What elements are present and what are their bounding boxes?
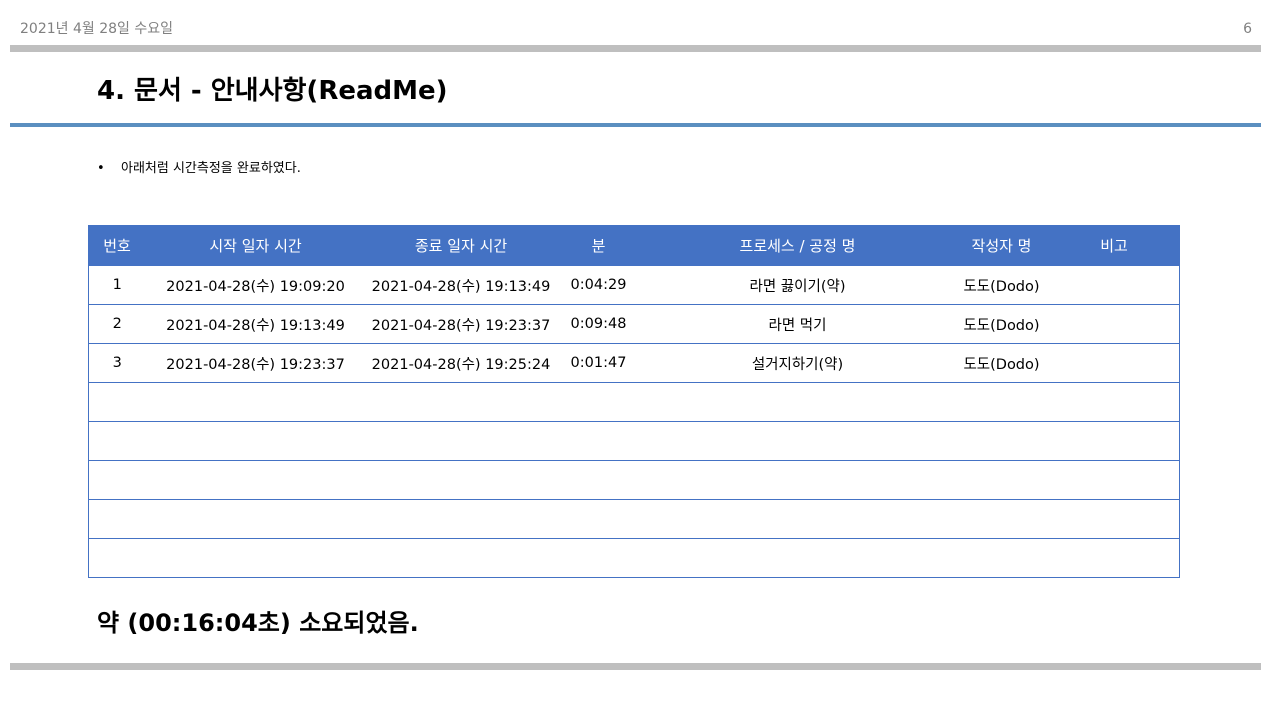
title-underline [10,123,1261,127]
header-cell: 번호 [88,225,146,266]
table-cell: 2021-04-28(수) 19:23:37 [365,304,557,344]
time-log-table: 번호 시작 일자 시간 종료 일자 시간 분 프로세스 / 공정 명 작성자 명… [88,225,1180,578]
table-cell [1048,382,1180,422]
table-cell: 2021-04-28(수) 19:13:49 [365,265,557,305]
bottom-divider-bar [10,663,1261,670]
table-row: 3 2021-04-28(수) 19:23:37 2021-04-28(수) 19:… [88,343,1180,383]
table-cell [88,538,146,578]
table-cell [145,460,366,500]
table-cell [1048,343,1180,383]
table-cell [640,499,955,539]
bullet-item: • 아래처럼 시간측정을 완료하였다. [97,157,301,176]
table-cell: 2021-04-28(수) 19:25:24 [365,343,557,383]
bullet-icon: • [97,161,105,176]
table-row [88,460,1180,500]
table-row [88,538,1180,578]
table-cell [145,538,366,578]
table-cell [556,538,641,578]
table-cell [640,538,955,578]
table-cell [556,499,641,539]
duration-summary: 약 (00:16:04초) 소요되었음. [97,609,419,637]
table-cell [1048,421,1180,461]
table-cell: 0:09:48 [556,304,641,344]
bullet-text: 아래처럼 시간측정을 완료하였다. [121,161,301,176]
header-cell: 시작 일자 시간 [145,225,366,266]
table-cell: 2021-04-28(수) 19:23:37 [145,343,366,383]
table-cell [88,460,146,500]
table-row: 1 2021-04-28(수) 19:09:20 2021-04-28(수) 19:… [88,265,1180,305]
table-cell [954,538,1049,578]
table-cell [640,460,955,500]
table-cell: 0:04:29 [556,265,641,305]
page-number: 6 [1243,21,1252,37]
table-header-row: 번호 시작 일자 시간 종료 일자 시간 분 프로세스 / 공정 명 작성자 명… [88,225,1180,266]
table-cell [640,421,955,461]
header-cell: 비고 [1048,225,1180,266]
table-cell [365,538,557,578]
table-cell: 라면 끓이기(약) [640,265,955,305]
table-cell [1048,499,1180,539]
header-cell: 분 [556,225,641,266]
table-cell: 1 [88,265,146,305]
table-cell [1048,460,1180,500]
table-cell: 2021-04-28(수) 19:09:20 [145,265,366,305]
table-row [88,421,1180,461]
table-cell: 3 [88,343,146,383]
table-cell [954,382,1049,422]
table-cell: 2021-04-28(수) 19:13:49 [145,304,366,344]
table-cell: 도도(Dodo) [954,343,1049,383]
table-cell [556,382,641,422]
table-cell [145,499,366,539]
table-cell: 라면 먹기 [640,304,955,344]
table-cell [365,421,557,461]
header-cell: 프로세스 / 공정 명 [640,225,955,266]
table-cell [556,460,641,500]
table-cell: 0:01:47 [556,343,641,383]
slide-title: 4. 문서 - 안내사항(ReadMe) [97,76,448,106]
table-row [88,499,1180,539]
table-cell [88,499,146,539]
table-cell [640,382,955,422]
table-cell: 도도(Dodo) [954,265,1049,305]
table-cell [954,499,1049,539]
table-cell: 2 [88,304,146,344]
table-cell [365,499,557,539]
slide-date: 2021년 4월 28일 수요일 [20,21,173,37]
header-cell: 종료 일자 시간 [365,225,557,266]
table-cell [365,382,557,422]
table-row: 2 2021-04-28(수) 19:13:49 2021-04-28(수) 19:… [88,304,1180,344]
table-cell [365,460,557,500]
table-cell: 설거지하기(약) [640,343,955,383]
table-cell [145,421,366,461]
table-cell [556,421,641,461]
table-cell [954,421,1049,461]
top-divider-bar [10,45,1261,52]
table-cell: 도도(Dodo) [954,304,1049,344]
table-cell [1048,304,1180,344]
table-cell [954,460,1049,500]
table-cell [88,421,146,461]
table-cell [88,382,146,422]
table-cell [1048,265,1180,305]
table-row [88,382,1180,422]
table-cell [145,382,366,422]
table-cell [1048,538,1180,578]
header-cell: 작성자 명 [954,225,1049,266]
